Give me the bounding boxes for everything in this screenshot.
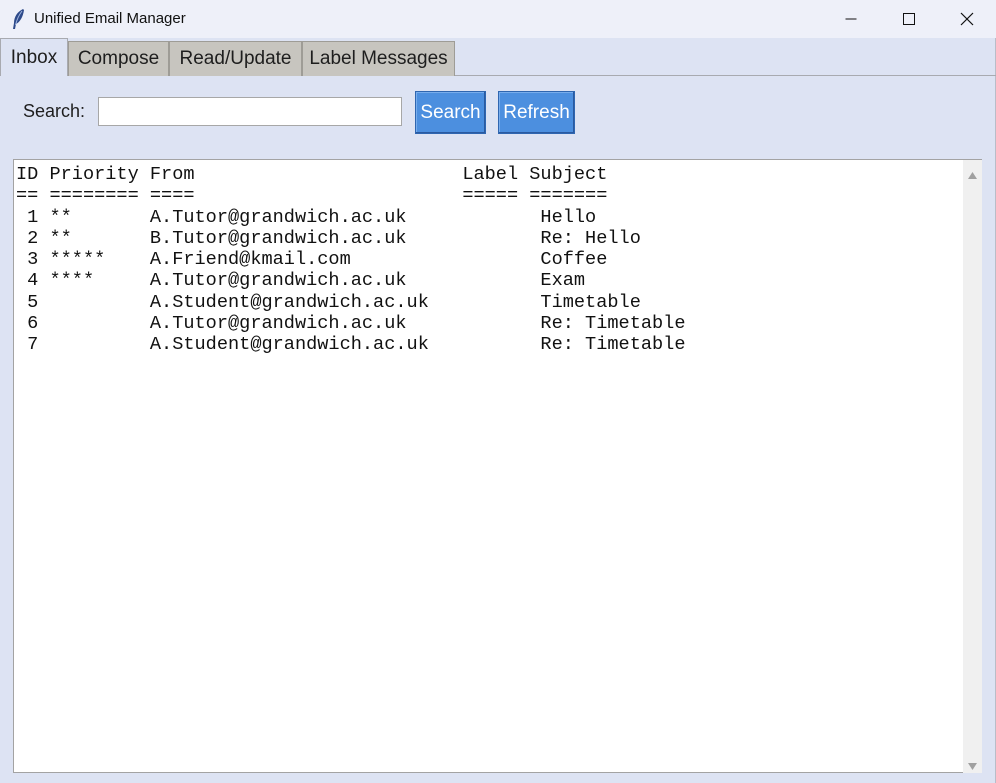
listing-underline: == ======== ==== ===== ======= — [16, 185, 608, 207]
tab-read-update[interactable]: Read/Update — [169, 41, 302, 76]
message-row: 4 **** A.Tutor@grandwich.ac.uk Exam — [16, 270, 586, 292]
scroll-up-arrow-icon[interactable] — [967, 167, 978, 179]
message-row: 6 A.Tutor@grandwich.ac.uk Re: Timetable — [16, 313, 686, 335]
scroll-down-arrow-icon[interactable] — [967, 758, 978, 770]
minimize-icon — [845, 18, 857, 20]
maximize-button[interactable] — [880, 0, 938, 38]
message-row: 2 ** B.Tutor@grandwich.ac.uk Re: Hello — [16, 227, 641, 249]
search-input[interactable] — [98, 97, 402, 126]
feather-icon — [10, 8, 26, 30]
app-window: Unified Email Manager Inbox Compose Read… — [0, 0, 996, 783]
message-row: 3 ***** A.Friend@kmail.com Coffee — [16, 249, 608, 271]
message-row: 7 A.Student@grandwich.ac.uk Re: Timetabl… — [16, 334, 686, 356]
window-title: Unified Email Manager — [34, 10, 186, 27]
search-label: Search: — [23, 101, 86, 121]
tab-bar: Inbox Compose Read/Update Label Messages — [0, 38, 996, 76]
message-row: 1 ** A.Tutor@grandwich.ac.uk Hello — [16, 206, 597, 228]
search-button[interactable]: Search — [415, 91, 486, 134]
tab-label-messages[interactable]: Label Messages — [302, 41, 455, 76]
message-row: 5 A.Student@grandwich.ac.uk Timetable — [16, 291, 641, 313]
tab-inbox[interactable]: Inbox — [0, 38, 68, 76]
refresh-button[interactable]: Refresh — [498, 91, 575, 134]
close-icon — [960, 12, 974, 26]
listing-header: ID Priority From Label Subject — [16, 164, 608, 185]
message-listing: ID Priority From Label Subject == =======… — [14, 160, 963, 356]
maximize-icon — [903, 13, 915, 25]
vertical-scrollbar[interactable] — [963, 159, 982, 773]
close-button[interactable] — [938, 0, 996, 38]
minimize-button[interactable] — [822, 0, 880, 38]
message-list-textarea[interactable]: ID Priority From Label Subject == =======… — [13, 159, 963, 773]
tab-compose[interactable]: Compose — [68, 41, 169, 76]
title-bar[interactable]: Unified Email Manager — [0, 0, 996, 38]
